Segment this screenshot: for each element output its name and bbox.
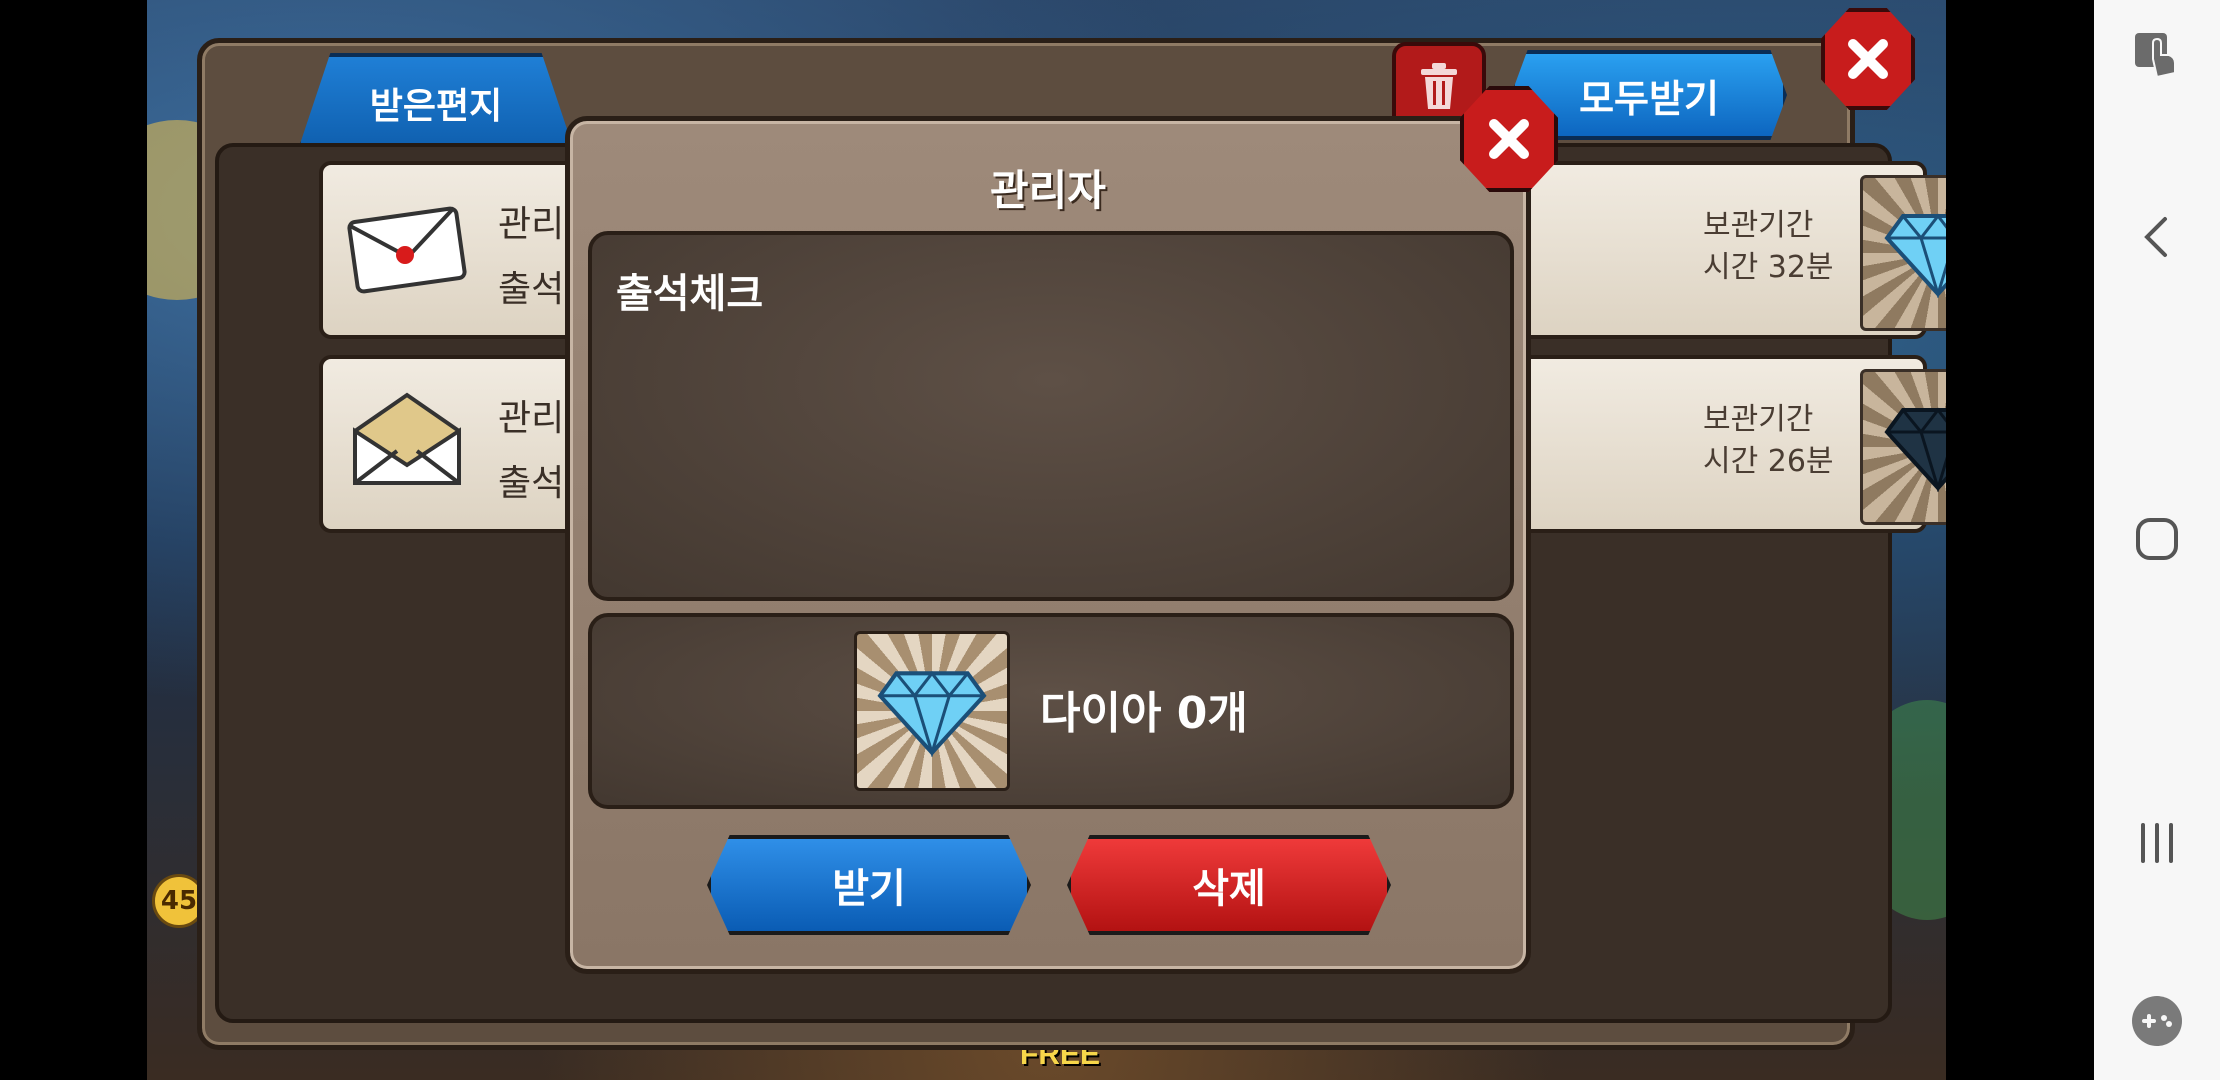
mail-reward [1860,175,1946,331]
mail-expire-label: 보관기간 [1703,208,1814,243]
system-navigation-bar [2094,0,2220,1080]
dialog-reward-box: 다이아 0개 [588,613,1514,809]
mail-expire-label: 보관기간 [1703,402,1814,437]
reward-text: 다이아 0개 [1040,688,1248,739]
envelope-closed-icon [347,206,467,294]
envelope-open-icon [353,392,461,485]
mail-expire: 보관기간 시간 26분 [1703,399,1834,483]
home-button[interactable] [2122,504,2192,574]
back-button[interactable] [2122,202,2192,272]
close-icon [1848,39,1888,79]
mail-detail-dialog: 관리자 출석체크 다이아 0개 받기 삭제 [565,116,1531,974]
mail-reward [1860,369,1946,525]
recent-apps-button[interactable] [2122,808,2192,878]
trash-icon [1421,63,1457,109]
mail-expire-time: 시간 32분 [1703,250,1834,285]
tab-received-mail[interactable]: 받은편지 [297,53,575,153]
touch-block-button[interactable] [2122,20,2192,90]
receive-button[interactable]: 받기 [707,835,1031,935]
reward-item-frame [854,631,1010,791]
mail-expire: 보관기간 시간 32분 [1703,205,1834,289]
home-icon [2136,518,2178,560]
dialog-message: 출석체크 [616,271,764,317]
game-controller-icon [2132,996,2182,1046]
game-viewport: 45 FREE 받은편지 모두받기 관리자 출석체크 보관기간 [147,0,1946,1080]
touch-lock-icon [2135,33,2176,79]
dialog-title: 관리자 [990,166,1106,215]
recent-apps-icon [2141,823,2173,863]
close-icon [1489,119,1529,159]
back-icon [2144,217,2167,257]
game-tools-button[interactable] [2122,986,2192,1056]
delete-button[interactable]: 삭제 [1067,835,1391,935]
diamond-icon [877,670,987,757]
diamond-icon [1884,407,1946,492]
diamond-icon [1884,213,1946,298]
dialog-message-box: 출석체크 [588,231,1514,601]
mail-expire-time: 시간 26분 [1703,444,1834,479]
